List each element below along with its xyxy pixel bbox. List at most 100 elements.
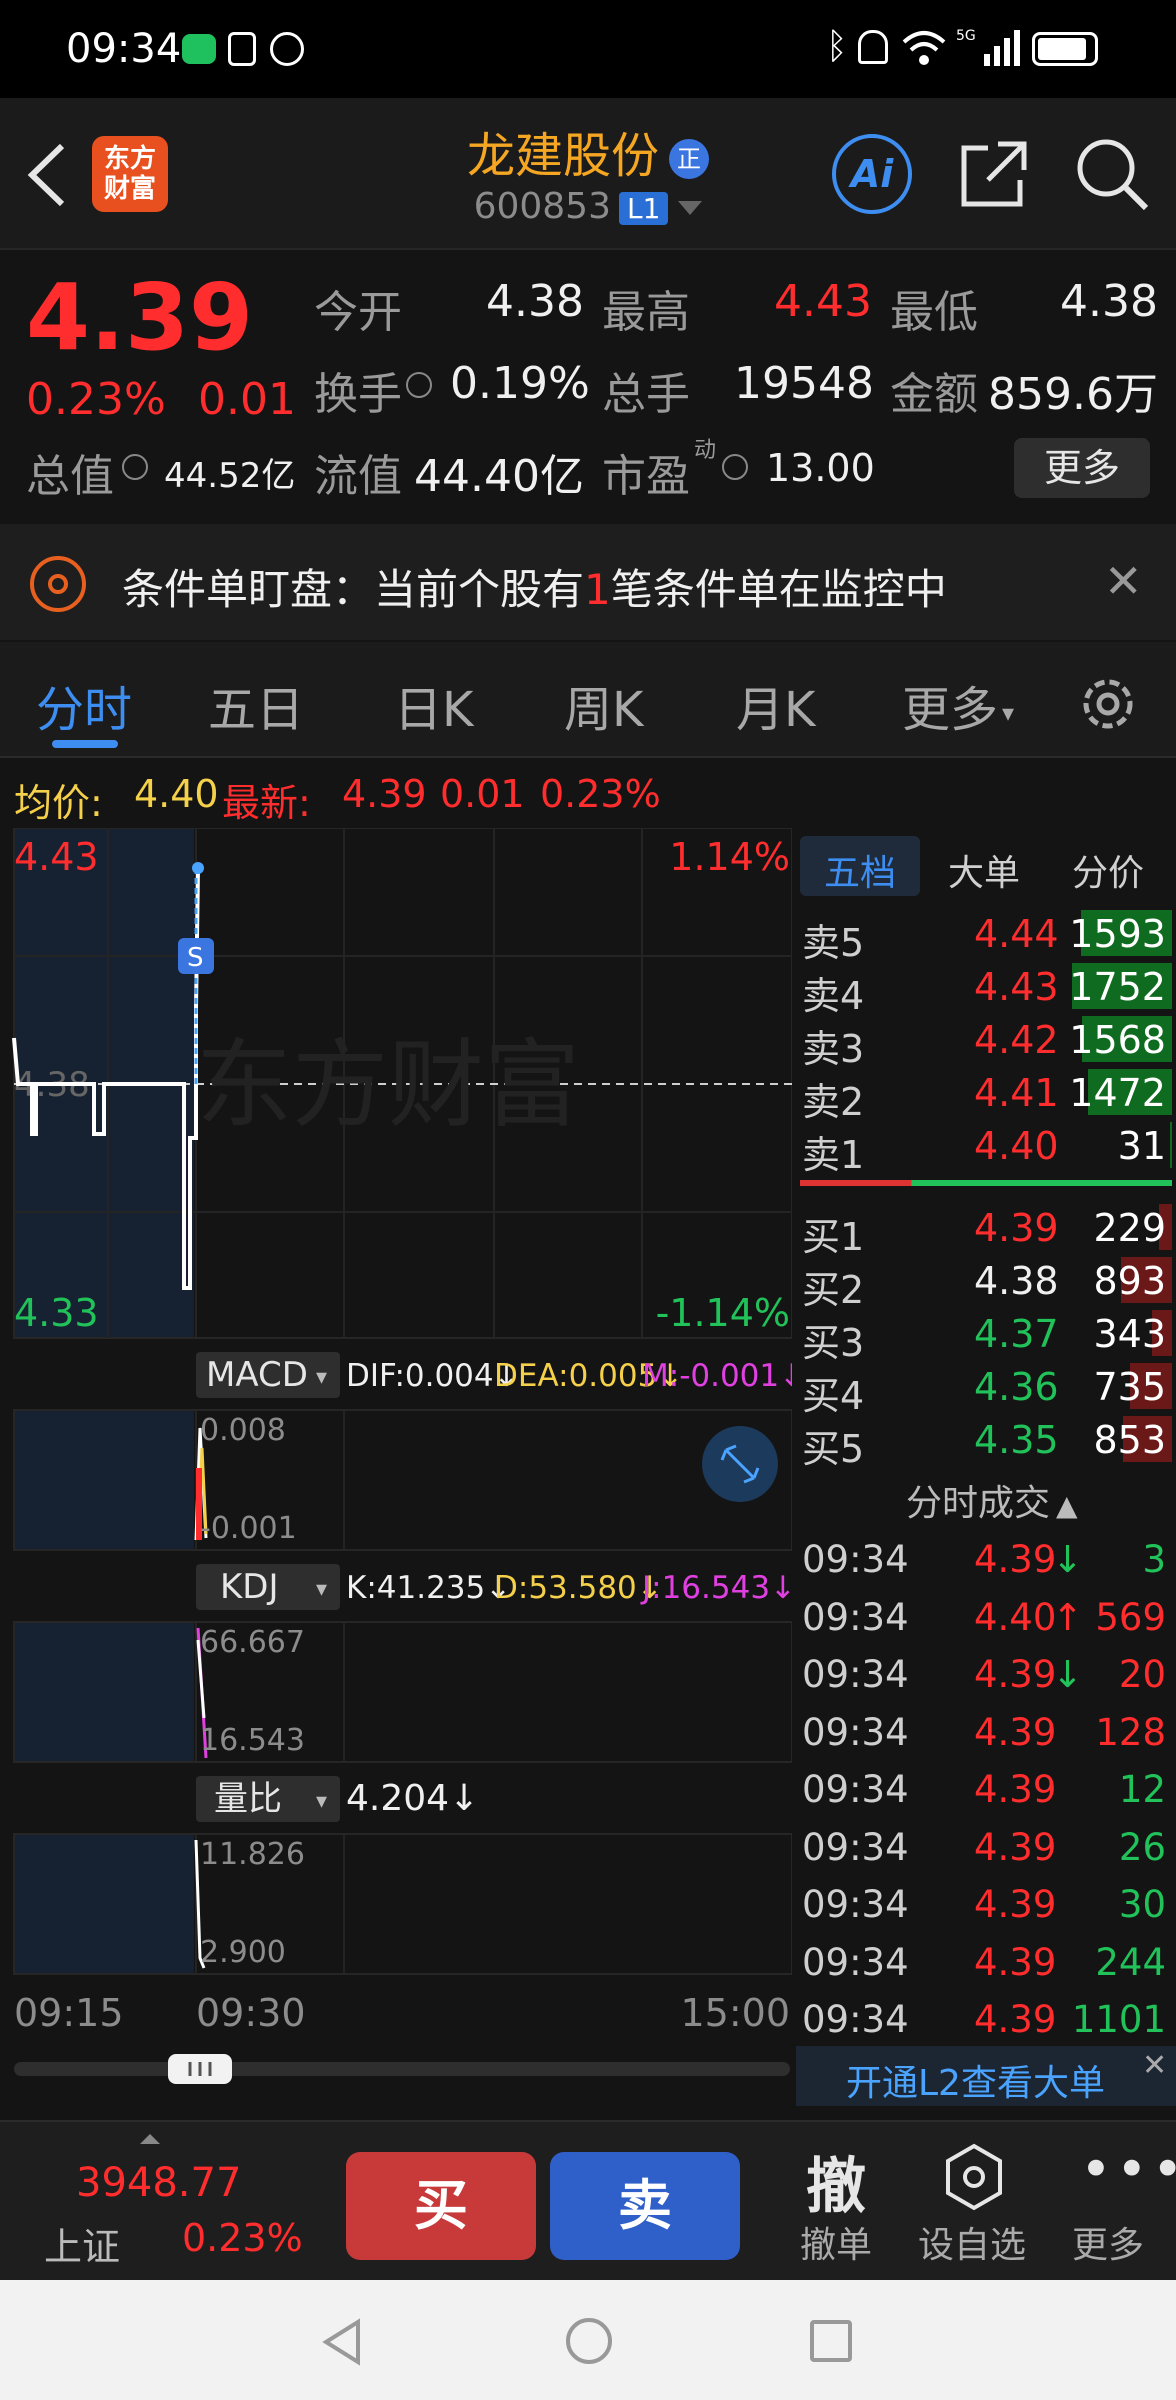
nav-recents-icon[interactable] xyxy=(810,2320,852,2362)
bid-row[interactable]: 买2 4.38 893 xyxy=(796,1255,1176,1312)
buy-button[interactable]: 买 xyxy=(346,2152,536,2260)
index-value[interactable]: 3948.77 xyxy=(76,2160,241,2206)
close-icon[interactable]: ✕ xyxy=(1104,554,1143,608)
volume-label: 总手 xyxy=(602,369,690,420)
latest-point xyxy=(192,862,204,874)
wifi-icon xyxy=(902,31,946,65)
tick-price: 4.39 xyxy=(974,1768,1057,1811)
caret-up-icon xyxy=(140,2134,160,2144)
tick-volume: 244 xyxy=(1095,1940,1166,1984)
dropdown-arrow-icon: ▾ xyxy=(316,1365,327,1390)
stock-header: 东方 财富 龙建股份正 600853 L1 Ai xyxy=(0,98,1176,250)
tick-row: 09:34 4.39 ↓ 3 xyxy=(796,1532,1176,1590)
quote-panel: 4.39 0.23% 0.01 今开 4.38 最高 4.43 最低 4.38 … xyxy=(0,250,1176,522)
bottom-toolbar: 3948.77 上证 0.23% 买 卖 撤 撤单 设自选 ••• 更多 xyxy=(0,2120,1176,2282)
signal-marker-text: S xyxy=(187,943,204,973)
gear-icon[interactable] xyxy=(1078,674,1138,734)
turnover-label: 换手 xyxy=(314,369,402,420)
l2-link[interactable]: 开通L2查看大单 xyxy=(846,2054,1105,2106)
add-watchlist-icon[interactable] xyxy=(942,2142,1006,2212)
tab-five-day[interactable]: 五日 xyxy=(208,670,304,740)
float-value: 44.40亿 xyxy=(414,451,584,502)
tick-time: 09:34 xyxy=(802,1595,909,1639)
bid-label: 买4 xyxy=(802,1374,865,1418)
more-dots-icon[interactable]: ••• xyxy=(1080,2138,1176,2201)
ask-row[interactable]: 卖2 4.41 1472 xyxy=(796,1067,1176,1124)
tab-more[interactable]: 更多 ▾ xyxy=(902,670,1014,740)
condition-order-banner[interactable]: 条件单盯盘：当前个股有1笔条件单在监控中 ✕ xyxy=(0,524,1176,640)
time-start-label: 09:15 xyxy=(14,1991,124,2035)
chart-tabs: 分时 五日 日K 周K 月K 更多 ▾ xyxy=(0,642,1176,758)
more-quote-button[interactable]: 更多 xyxy=(1014,438,1150,498)
ask-volume: 1472 xyxy=(1069,1071,1166,1115)
bid-row[interactable]: 买1 4.39 229 xyxy=(796,1202,1176,1259)
info-icon[interactable] xyxy=(122,454,148,480)
nfc-icon xyxy=(228,32,256,66)
chart-scrollbar[interactable] xyxy=(14,2062,790,2076)
tab-fenshi[interactable]: 分时 xyxy=(36,670,132,740)
ai-icon[interactable]: Ai xyxy=(832,134,912,214)
bid-price: 4.36 xyxy=(974,1365,1059,1409)
ticks-title[interactable]: 分时成交 ▲ xyxy=(906,1474,1078,1526)
l2-link-bar[interactable]: 开通L2查看大单 ✕ xyxy=(796,2046,1176,2106)
intraday-chart[interactable]: 东方财富 4.38 S 4.43 4.33 1.14% -1.14% MACD … xyxy=(0,827,805,2118)
pe-sup: 动 xyxy=(694,438,717,463)
bid-row[interactable]: 买3 4.37 343 xyxy=(796,1308,1176,1365)
tick-row: 09:34 4.40 ↑ 569 xyxy=(796,1590,1176,1648)
tick-price: 4.39 xyxy=(974,1538,1057,1581)
sell-button[interactable]: 卖 xyxy=(550,2152,740,2260)
cancel-icon[interactable]: 撤 xyxy=(806,2138,866,2225)
latest-label: 最新: xyxy=(222,781,311,825)
ob-tab-price[interactable]: 分价 xyxy=(1072,844,1144,896)
kdj-name: KDJ xyxy=(220,1567,279,1607)
macd-shade xyxy=(14,1410,194,1550)
nav-home-icon[interactable] xyxy=(566,2318,612,2364)
tab-day-k[interactable]: 日K xyxy=(394,670,473,740)
ask-row[interactable]: 卖4 4.43 1752 xyxy=(796,961,1176,1018)
ask-volume: 31 xyxy=(1117,1124,1166,1168)
share-icon[interactable] xyxy=(958,138,1030,210)
tick-volume: 3 xyxy=(1142,1538,1166,1581)
change-value: 0.01 xyxy=(198,374,296,425)
ask-volume: 1568 xyxy=(1069,1018,1166,1062)
bid-price: 4.38 xyxy=(974,1259,1059,1303)
level-badge: L1 xyxy=(619,192,669,225)
lb-value: 4.204↓ xyxy=(346,1778,479,1819)
close-icon[interactable]: ✕ xyxy=(1142,2048,1167,2083)
verified-badge: 正 xyxy=(669,139,709,179)
tick-row: 09:34 4.39 26 xyxy=(796,1820,1176,1878)
stock-name-text: 龙建股份 xyxy=(466,128,659,184)
ask-price: 4.41 xyxy=(974,1071,1059,1115)
kdj-j: J:16.543↓ xyxy=(640,1570,792,1606)
info-icon[interactable] xyxy=(406,372,432,398)
volume-value: 19548 xyxy=(734,358,874,409)
ask-price: 4.42 xyxy=(974,1018,1059,1062)
tick-time: 09:34 xyxy=(802,1653,909,1696)
add-watchlist-label[interactable]: 设自选 xyxy=(918,2216,1026,2268)
search-icon[interactable] xyxy=(1074,136,1150,212)
kdj-top-label: 66.667 xyxy=(200,1625,305,1660)
pe-value: 13.00 xyxy=(766,446,875,490)
bid-row[interactable]: 买4 4.36 735 xyxy=(796,1361,1176,1418)
lb-bottom-label: 2.900 xyxy=(200,1935,286,1970)
float-label: 流值 xyxy=(314,451,402,502)
ask-row[interactable]: 卖5 4.44 1593 xyxy=(796,908,1176,965)
tab-week-k[interactable]: 周K xyxy=(564,670,643,740)
ask-row[interactable]: 卖1 4.40 31 xyxy=(796,1120,1176,1177)
bid-row[interactable]: 买5 4.35 853 xyxy=(796,1414,1176,1471)
ask-row[interactable]: 卖3 4.42 1568 xyxy=(796,1014,1176,1071)
ob-tab-five[interactable]: 五档 xyxy=(824,844,896,896)
info-icon[interactable] xyxy=(722,454,748,480)
bid-volume: 893 xyxy=(1093,1259,1166,1303)
tab-month-k[interactable]: 月K xyxy=(736,670,815,740)
ob-tab-large[interactable]: 大单 xyxy=(948,844,1020,896)
more-label[interactable]: 更多 xyxy=(1072,2216,1144,2268)
mktcap-value: 44.52亿 xyxy=(164,456,296,496)
monitor-icon xyxy=(30,556,86,612)
macd-top-label: 0.008 xyxy=(200,1413,286,1448)
cancel-label[interactable]: 撤单 xyxy=(800,2216,872,2268)
nav-back-icon[interactable] xyxy=(320,2318,364,2366)
price-top-label: 4.43 xyxy=(14,835,99,879)
bid-label: 买3 xyxy=(802,1321,865,1365)
tick-price: 4.39 xyxy=(974,1825,1057,1869)
